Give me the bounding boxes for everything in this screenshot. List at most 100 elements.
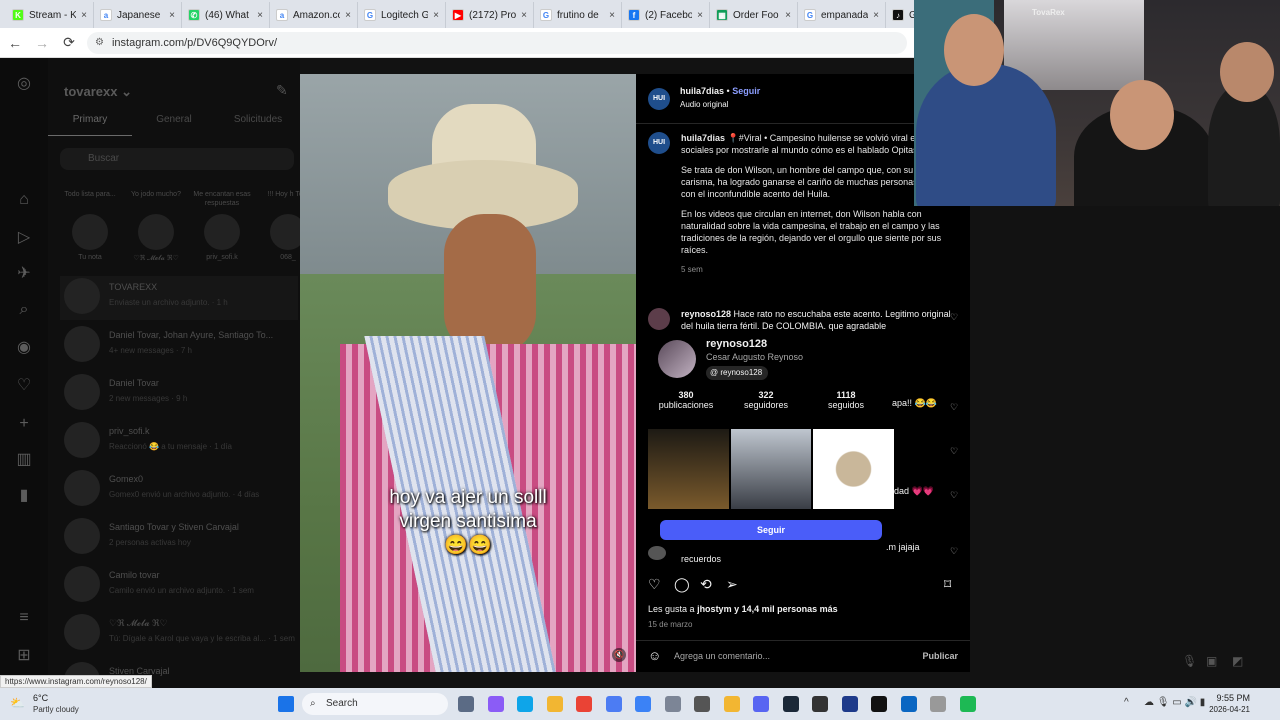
taskbar-copilot-icon[interactable] — [487, 696, 504, 712]
post-video[interactable]: hoy va ajer un solll virgen santisima 😄😄… — [300, 74, 636, 672]
clock-time[interactable]: 9:55 PM — [1210, 693, 1250, 703]
explore-icon[interactable]: ◉ — [14, 338, 34, 358]
tab-requests[interactable]: Solicitudes — [216, 114, 300, 136]
new-message-icon[interactable]: ✎ — [276, 82, 288, 99]
browser-tab[interactable]: ✆ (46) What × — [182, 2, 270, 28]
home-icon[interactable]: ⌂ — [14, 190, 34, 210]
tab-close-icon[interactable]: × — [609, 10, 615, 21]
comment-like-icon[interactable]: ♡ — [950, 446, 960, 457]
taskbar-discord-icon[interactable] — [753, 696, 769, 712]
taskbar-explorer2-icon[interactable] — [723, 696, 740, 712]
messages-icon[interactable]: ✈ — [14, 264, 34, 284]
taskbar-ps-icon[interactable] — [841, 696, 858, 712]
taskbar-store-icon[interactable] — [605, 696, 622, 712]
hovercard-follow-button[interactable]: Seguir — [660, 520, 882, 540]
dm-username[interactable]: tovarexx ⌄ — [64, 84, 132, 100]
browser-tab[interactable]: Gfrutino de × — [534, 2, 622, 28]
tab-close-icon[interactable]: × — [697, 10, 703, 21]
hovercard-avatar[interactable] — [658, 340, 696, 378]
dm-search-input[interactable]: Buscar — [60, 148, 294, 170]
likes-user[interactable]: jhostym — [697, 604, 732, 614]
taskbar-spotify-icon[interactable] — [959, 696, 976, 712]
tab-close-icon[interactable]: × — [873, 10, 879, 21]
taskbar-tools-icon[interactable] — [694, 696, 710, 712]
weather-desc[interactable]: Partly cloudy — [33, 705, 79, 714]
taskbar-search[interactable]: ⌕ Search — [302, 693, 448, 715]
thread-row[interactable]: Santiago Tovar y Stiven Carvajal 2 person… — [60, 516, 298, 560]
forward-icon[interactable]: → — [30, 31, 54, 55]
thread-row[interactable]: ♡ℜ 𝓜𝓮𝓵𝓪 ℜ♡ Tú: Dígale a Karol que vaya y … — [60, 612, 298, 656]
comment-1-user[interactable]: reynoso128 — [681, 309, 731, 319]
comment-like-icon[interactable]: ♡ — [950, 546, 960, 557]
menu-icon[interactable]: ≡ — [14, 608, 34, 628]
thread-row[interactable]: Daniel Tovar 2 new messages · 9 h — [60, 372, 298, 416]
note-item[interactable]: Me encantan esas respuestas priv_sofi.k — [192, 190, 252, 261]
browser-tab[interactable]: ▶ (2172) Pro × — [446, 2, 534, 28]
create-icon[interactable]: + — [14, 414, 34, 434]
hovercard-username[interactable]: reynoso128 — [706, 338, 767, 350]
like-icon[interactable]: ♡ — [648, 576, 661, 593]
taskbar-folder-icon[interactable] — [546, 696, 563, 712]
taskbar-linkedin-icon[interactable] — [900, 696, 917, 712]
weather-temp[interactable]: 6°C — [33, 693, 48, 703]
audio-label[interactable]: Audio original — [680, 100, 728, 109]
mute-icon[interactable]: 🔇 — [612, 648, 626, 662]
search-icon[interactable]: ⌕ — [14, 300, 34, 320]
tab-close-icon[interactable]: × — [257, 10, 263, 21]
thread-row[interactable]: TOVAREXX Enviaste un archivo adjunto. · 1… — [60, 276, 298, 320]
follow-link[interactable]: Seguir — [732, 86, 760, 96]
back-icon[interactable]: ← — [3, 31, 27, 55]
tab-close-icon[interactable]: × — [81, 10, 87, 21]
taskbar-apps-icon[interactable] — [664, 696, 681, 712]
taskbar-vscode-icon[interactable] — [635, 696, 651, 712]
instagram-logo-icon[interactable]: ◎ — [14, 74, 34, 94]
note-item[interactable]: Yo jodo mucho? ♡ℜ 𝓜𝓮𝓵𝓪 ℜ♡ — [126, 190, 186, 263]
browser-tab[interactable]: Gempanada × — [798, 2, 886, 28]
browser-tab[interactable]: a Japanese × — [94, 2, 182, 28]
taskbar-file-explorer-icon[interactable] — [458, 696, 474, 712]
publish-button[interactable]: Publicar — [922, 651, 958, 661]
tab-general[interactable]: General — [132, 114, 216, 136]
reload-icon[interactable]: ⟳ — [57, 31, 81, 55]
start-icon[interactable] — [278, 696, 294, 712]
caption-author[interactable]: huila7dias — [681, 133, 725, 143]
thumbnail-2[interactable] — [730, 429, 812, 509]
browser-tab[interactable]: ▦ Order Foo × — [710, 2, 798, 28]
likes-rest[interactable]: y 14,4 mil personas más — [734, 604, 838, 614]
browser-tab[interactable]: G Logitech G × — [358, 2, 446, 28]
dashboard-icon[interactable]: ▥ — [14, 450, 34, 470]
weather-icon[interactable]: ⛅ — [10, 696, 28, 712]
post-author[interactable]: huila7dias — [680, 86, 724, 96]
taskbar-kick-icon[interactable] — [871, 696, 887, 712]
tab-primary[interactable]: Primary — [48, 114, 132, 136]
sticker-icon[interactable]: ◩ — [1232, 654, 1243, 668]
mic-icon[interactable]: 🎙 — [1182, 654, 1197, 668]
tab-close-icon[interactable]: × — [169, 10, 175, 21]
more-icon[interactable]: ⊞ — [14, 646, 34, 666]
clock-date[interactable]: 2026-04-21 — [1196, 705, 1250, 714]
taskbar-notepad-icon[interactable] — [812, 696, 828, 712]
caption-avatar[interactable]: HUI — [648, 132, 670, 154]
site-info-icon[interactable]: ⚙ — [95, 37, 104, 48]
tab-close-icon[interactable]: × — [785, 10, 791, 21]
image-icon[interactable]: ▣ — [1206, 654, 1217, 668]
tab-close-icon[interactable]: × — [345, 10, 351, 21]
thread-row[interactable]: Camilo tovar Camilo envió un archivo adju… — [60, 564, 298, 608]
comment-avatar[interactable] — [648, 546, 666, 560]
browser-tab[interactable]: f (2) Facebo × — [622, 2, 710, 28]
taskbar-chrome-icon[interactable] — [576, 696, 592, 712]
comment-icon[interactable]: ◯ — [674, 576, 690, 593]
browser-tab[interactable]: K Stream - K × — [6, 2, 94, 28]
thread-row[interactable]: priv_sofi.k Reaccionó 😂 a tu mensaje · 1 … — [60, 420, 298, 464]
comment-like-icon[interactable]: ♡ — [950, 402, 960, 413]
url-field[interactable]: ⚙ instagram.com/p/DV6Q9QYDOrv/ — [87, 31, 907, 54]
save-icon[interactable]: ⌑ — [944, 576, 951, 593]
taskbar-devtools-icon[interactable] — [930, 696, 946, 712]
note-item[interactable]: Todo lista para... Tu nota — [60, 190, 120, 261]
emoji-icon[interactable]: ☺ — [648, 648, 661, 663]
comment-like-icon[interactable]: ♡ — [950, 490, 960, 501]
thumbnail-3[interactable] — [813, 429, 895, 509]
repost-icon[interactable]: ⟲ — [700, 576, 712, 593]
author-avatar[interactable]: HUI — [648, 88, 670, 110]
taskbar-steam-icon[interactable] — [782, 696, 799, 712]
